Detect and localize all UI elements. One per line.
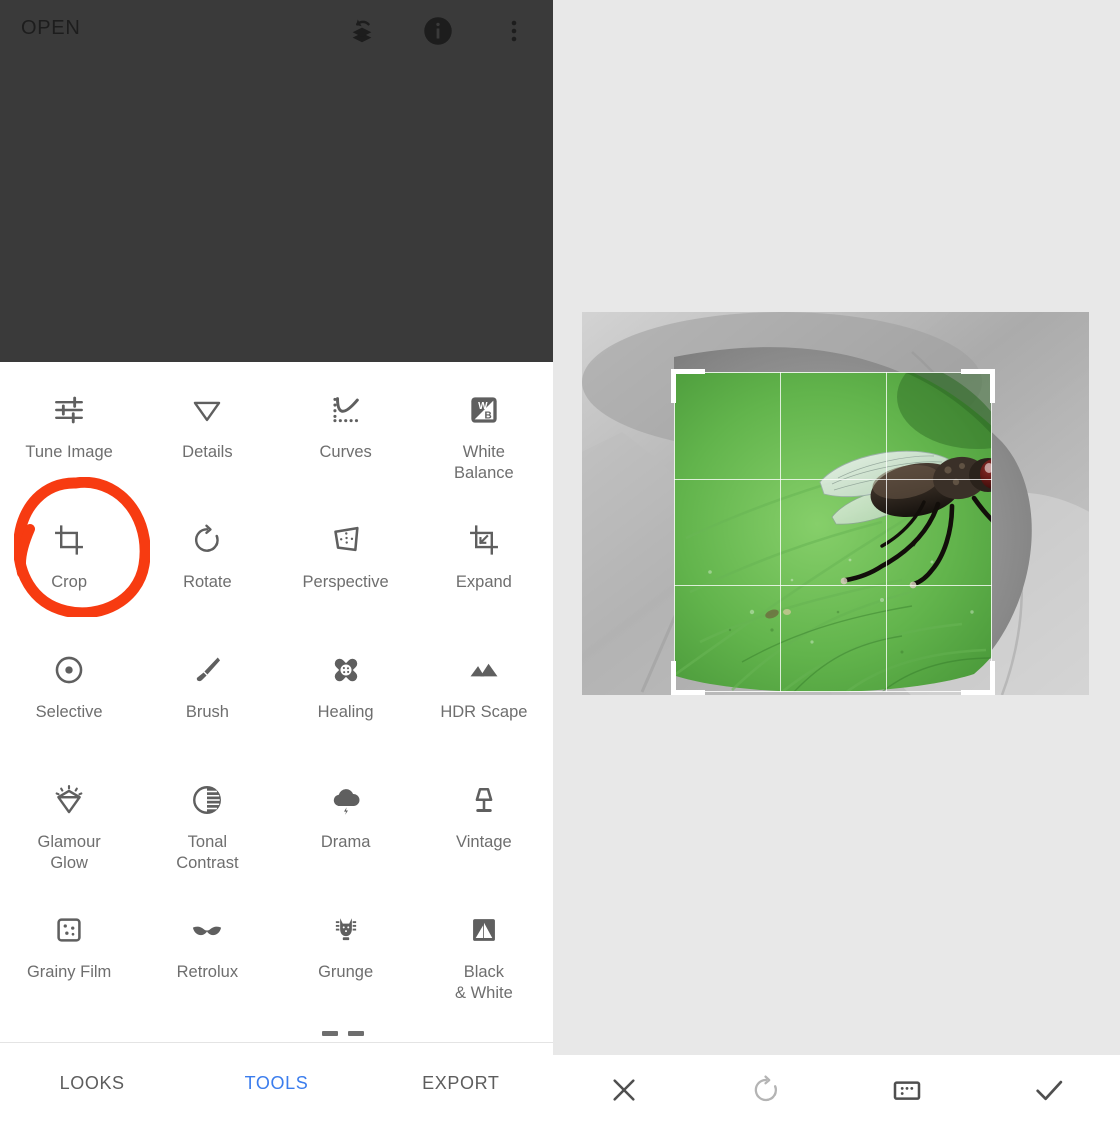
white-balance-wb-icon: W B (462, 388, 506, 432)
aspect-ratio-button[interactable] (837, 1055, 979, 1124)
bottom-nav: LOOKS TOOLS EXPORT (0, 1042, 553, 1124)
tool-label: Grunge (318, 962, 373, 983)
tool-label: Tune Image (25, 442, 112, 463)
brush-icon (185, 648, 229, 692)
tools-panel: OPEN (0, 0, 553, 1124)
tool-hdr-scape[interactable]: HDR Scape (415, 636, 553, 766)
tool-tune-image[interactable]: Tune Image (0, 376, 138, 506)
tool-brush[interactable]: Brush (138, 636, 276, 766)
expand-frame-icon (462, 518, 506, 562)
tool-grunge[interactable]: Grunge (277, 896, 415, 1026)
tool-grainy-film[interactable]: Grainy Film (0, 896, 138, 1026)
header-icon-group (343, 10, 533, 52)
aspect-ratio-icon (891, 1074, 923, 1106)
tool-healing[interactable]: Healing (277, 636, 415, 766)
tool-white-balance[interactable]: W B White Balance (415, 376, 553, 506)
grunge-headstock-icon (324, 908, 368, 952)
tool-label: Curves (319, 442, 371, 463)
next-row-peek (0, 1025, 553, 1043)
healing-bandage-icon (324, 648, 368, 692)
tool-label: White Balance (454, 442, 514, 484)
grainy-film-dice-icon (47, 908, 91, 952)
tool-label: Healing (318, 702, 374, 723)
glamour-gem-icon (47, 778, 91, 822)
preview-panel (553, 0, 1120, 1124)
open-button[interactable]: OPEN (21, 17, 80, 40)
photo-preview[interactable] (582, 312, 1089, 695)
photo-inside-crop (674, 372, 992, 692)
tool-tonal-contrast[interactable]: Tonal Contrast (138, 766, 276, 896)
curve-dots-icon (324, 388, 368, 432)
app-header: OPEN (0, 0, 553, 362)
tool-label: Rotate (183, 572, 232, 593)
tool-vintage[interactable]: Vintage (415, 766, 553, 896)
tool-drama[interactable]: Drama (277, 766, 415, 896)
tool-label: Perspective (303, 572, 389, 593)
hdr-mountains-icon (462, 648, 506, 692)
rotate-cw-icon (751, 1075, 781, 1105)
svg-text:B: B (484, 411, 491, 422)
tool-perspective[interactable]: Perspective (277, 506, 415, 636)
rotate-cw-icon (185, 518, 229, 562)
undo-stack-icon[interactable] (343, 10, 381, 52)
tool-selective[interactable]: Selective (0, 636, 138, 766)
tool-label: Retrolux (177, 962, 238, 983)
tool-label: Drama (321, 832, 371, 853)
tool-crop[interactable]: Crop (0, 506, 138, 636)
tune-sliders-icon (47, 388, 91, 432)
perspective-quad-icon (324, 518, 368, 562)
close-x-icon (608, 1074, 640, 1106)
tool-label: Brush (186, 702, 229, 723)
tool-label: HDR Scape (440, 702, 527, 723)
tool-expand[interactable]: Expand (415, 506, 553, 636)
info-icon[interactable] (419, 10, 457, 52)
triangle-down-icon (185, 388, 229, 432)
canvas-area (553, 0, 1120, 1055)
vintage-lamp-icon (462, 778, 506, 822)
snapseed-crop-screen: OPEN (0, 0, 1120, 1124)
tool-curves[interactable]: Curves (277, 376, 415, 506)
tool-label: Glamour Glow (37, 832, 100, 874)
check-icon (1032, 1073, 1066, 1107)
black-and-white-icon (462, 908, 506, 952)
drama-cloud-icon (324, 778, 368, 822)
tonal-contrast-circle-icon (185, 778, 229, 822)
tab-looks[interactable]: LOOKS (0, 1073, 184, 1094)
tool-label: Tonal Contrast (176, 832, 238, 874)
tool-black-and-white[interactable]: Black & White (415, 896, 553, 1026)
tool-label: Expand (456, 572, 512, 593)
tool-glamour-glow[interactable]: Glamour Glow (0, 766, 138, 896)
cancel-button[interactable] (553, 1055, 695, 1124)
overflow-menu-icon[interactable] (495, 10, 533, 52)
rotate-button[interactable] (695, 1055, 837, 1124)
tool-label: Selective (36, 702, 103, 723)
tool-retrolux[interactable]: Retrolux (138, 896, 276, 1026)
tool-label: Crop (51, 572, 87, 593)
confirm-button[interactable] (978, 1055, 1120, 1124)
tool-details[interactable]: Details (138, 376, 276, 506)
tool-label: Grainy Film (27, 962, 111, 983)
tool-rotate[interactable]: Rotate (138, 506, 276, 636)
tab-tools[interactable]: TOOLS (184, 1073, 368, 1094)
retrolux-mustache-icon (185, 908, 229, 952)
tab-export[interactable]: EXPORT (369, 1073, 553, 1094)
tools-grid: Tune Image Details (0, 362, 553, 1026)
tool-label: Details (182, 442, 232, 463)
tool-label: Vintage (456, 832, 512, 853)
crop-toolbar (553, 1055, 1120, 1124)
tool-label: Black & White (455, 962, 513, 1004)
selective-target-icon (47, 648, 91, 692)
crop-frame-icon (47, 518, 91, 562)
